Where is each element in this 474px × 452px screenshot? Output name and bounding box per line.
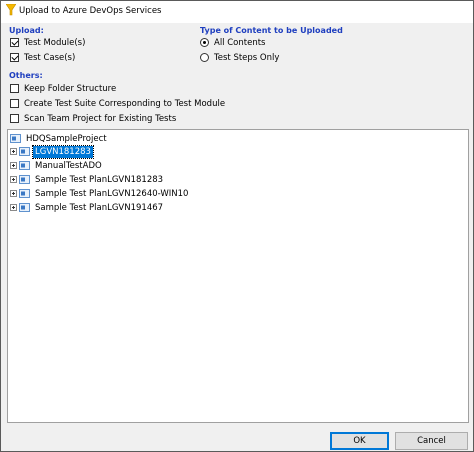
- tree-node-label: Sample Test PlanLGVN12640-WIN10: [35, 188, 189, 199]
- create-test-suite-label: Create Test Suite Corresponding to Test …: [24, 98, 226, 109]
- tree-node[interactable]: ManualTestADO: [10, 159, 104, 172]
- tree-node-label: LGVN181283: [32, 144, 94, 159]
- tree-node-label: Sample Test PlanLGVN191467: [35, 202, 164, 213]
- tree-node[interactable]: Sample Test PlanLGVN191467: [10, 201, 165, 214]
- test-plan-icon: [19, 161, 30, 170]
- title-bar: Upload to Azure DevOps Services: [1, 1, 473, 23]
- all-contents-label: All Contents: [214, 37, 266, 48]
- tree-root-label: HDQSampleProject: [26, 133, 107, 144]
- create-test-suite-checkbox[interactable]: [10, 99, 19, 108]
- keep-folder-structure-label: Keep Folder Structure: [24, 83, 117, 94]
- upload-heading: Upload:: [9, 26, 44, 35]
- project-icon: [10, 134, 21, 143]
- tree-node[interactable]: LGVN181283: [10, 144, 94, 159]
- scan-team-project-checkbox[interactable]: [10, 114, 19, 123]
- keep-folder-structure-option[interactable]: Keep Folder Structure: [10, 82, 116, 95]
- others-heading: Others:: [9, 71, 43, 80]
- test-modules-label: Test Module(s): [24, 37, 86, 48]
- tree-node[interactable]: Sample Test PlanLGVN181283: [10, 173, 165, 186]
- tree-node-label: Sample Test PlanLGVN181283: [35, 174, 164, 185]
- content-type-heading: Type of Content to be Uploaded: [200, 26, 343, 35]
- project-tree[interactable]: HDQSampleProject LGVN181283 ManualTestAD…: [7, 129, 469, 423]
- test-plan-icon: [19, 203, 30, 212]
- test-modules-option[interactable]: Test Module(s): [10, 36, 85, 49]
- upload-dialog: Upload to Azure DevOps Services Upload: …: [0, 0, 474, 452]
- tree-node[interactable]: Sample Test PlanLGVN12640-WIN10: [10, 187, 190, 200]
- ok-button[interactable]: OK: [330, 432, 389, 450]
- tree-root[interactable]: HDQSampleProject: [10, 132, 109, 145]
- test-cases-option[interactable]: Test Case(s): [10, 51, 75, 64]
- button-bar: OK Cancel: [1, 429, 473, 451]
- scan-team-project-label: Scan Team Project for Existing Tests: [24, 113, 177, 124]
- scan-team-project-option[interactable]: Scan Team Project for Existing Tests: [10, 112, 176, 125]
- test-modules-checkbox[interactable]: [10, 38, 19, 47]
- keep-folder-structure-checkbox[interactable]: [10, 84, 19, 93]
- expand-icon[interactable]: [10, 190, 17, 197]
- test-cases-label: Test Case(s): [24, 52, 76, 63]
- test-plan-icon: [19, 189, 30, 198]
- test-plan-icon: [19, 147, 30, 156]
- test-plan-icon: [19, 175, 30, 184]
- all-contents-option[interactable]: All Contents: [200, 36, 265, 49]
- test-cases-checkbox[interactable]: [10, 53, 19, 62]
- all-contents-radio[interactable]: [200, 38, 209, 47]
- expand-icon[interactable]: [10, 148, 17, 155]
- expand-icon[interactable]: [10, 176, 17, 183]
- expand-icon[interactable]: [10, 162, 17, 169]
- window-title: Upload to Azure DevOps Services: [19, 6, 162, 16]
- cancel-button[interactable]: Cancel: [395, 432, 468, 450]
- upload-funnel-icon: [6, 4, 16, 16]
- test-steps-only-label: Test Steps Only: [214, 52, 280, 63]
- create-test-suite-option[interactable]: Create Test Suite Corresponding to Test …: [10, 97, 225, 110]
- expand-icon[interactable]: [10, 204, 17, 211]
- test-steps-only-option[interactable]: Test Steps Only: [200, 51, 279, 64]
- tree-node-label: ManualTestADO: [35, 160, 102, 171]
- test-steps-only-radio[interactable]: [200, 53, 209, 62]
